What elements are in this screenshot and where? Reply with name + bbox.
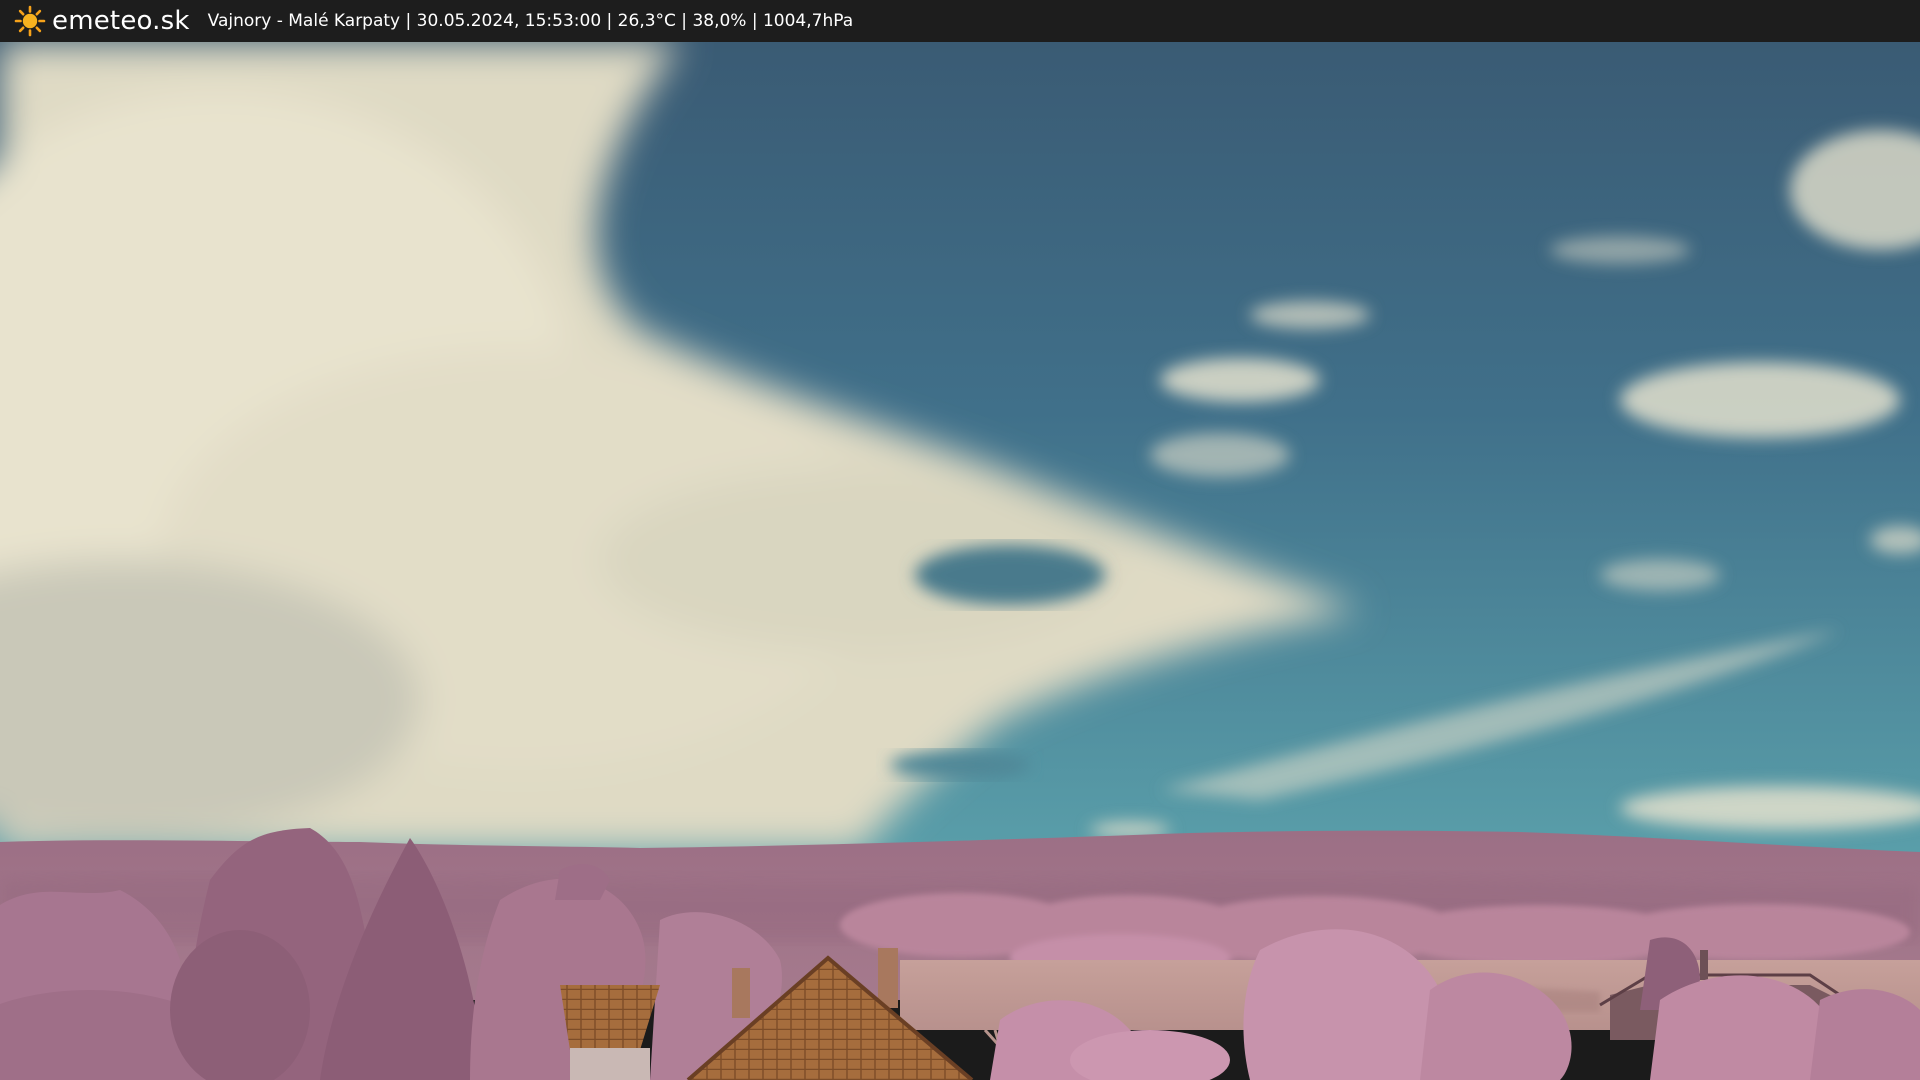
top-bar: emeteo.sk Vajnory - Malé Karpaty | 30.05… — [0, 0, 1920, 42]
station-caption: Vajnory - Malé Karpaty | 30.05.2024, 15:… — [207, 11, 854, 31]
house-left — [560, 985, 660, 1080]
cloud-gap — [915, 545, 1105, 605]
emeteo-logo[interactable]: emeteo.sk — [14, 5, 190, 37]
logo-text: emeteo.sk — [52, 6, 190, 36]
cloud-gap — [890, 751, 1030, 779]
sun-icon — [14, 5, 46, 37]
webcam-image — [0, 42, 1920, 1080]
webcam-viewer: emeteo.sk Vajnory - Malé Karpaty | 30.05… — [0, 0, 1920, 1080]
